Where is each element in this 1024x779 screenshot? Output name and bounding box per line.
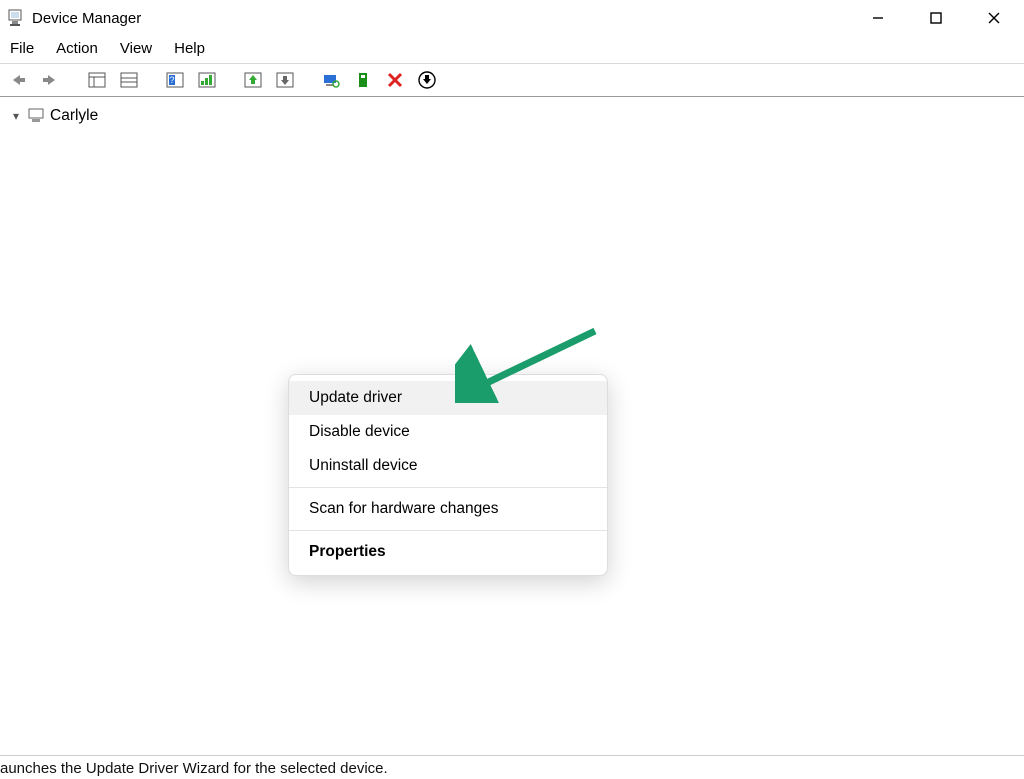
toolbar-scan-icon[interactable] xyxy=(318,68,344,92)
toolbar-add-hardware-icon[interactable] xyxy=(350,68,376,92)
toolbar-update-driver-icon[interactable] xyxy=(240,68,266,92)
window-title: Device Manager xyxy=(32,10,141,27)
device-tree[interactable]: ▾ Carlyle xyxy=(0,97,1024,128)
ctx-separator xyxy=(289,487,607,488)
toolbar-view-icon[interactable] xyxy=(84,68,110,92)
toolbar-grid-icon[interactable] xyxy=(116,68,142,92)
ctx-properties[interactable]: Properties xyxy=(289,535,607,569)
toolbar-disable-icon[interactable] xyxy=(272,68,298,92)
status-bar: aunches the Update Driver Wizard for the… xyxy=(0,755,1024,779)
menu-file[interactable]: File xyxy=(10,40,34,57)
close-button[interactable] xyxy=(980,4,1008,32)
ctx-update-driver[interactable]: Update driver xyxy=(289,381,607,415)
computer-icon xyxy=(26,106,46,126)
tree-root[interactable]: ▾ Carlyle xyxy=(8,103,1024,128)
menubar: File Action View Help xyxy=(0,36,1024,63)
status-text: aunches the Update Driver Wizard for the… xyxy=(0,760,388,777)
ctx-separator xyxy=(289,530,607,531)
ctx-uninstall-device[interactable]: Uninstall device xyxy=(289,449,607,483)
toolbar-properties-icon[interactable] xyxy=(194,68,220,92)
chevron-down-icon[interactable]: ▾ xyxy=(8,110,24,122)
context-menu: Update driver Disable device Uninstall d… xyxy=(288,374,608,576)
menu-help[interactable]: Help xyxy=(174,40,205,57)
toolbar-uninstall-icon[interactable] xyxy=(382,68,408,92)
toolbar-download-icon[interactable] xyxy=(414,68,440,92)
svg-text:?: ? xyxy=(169,75,174,85)
nav-back-icon[interactable] xyxy=(6,68,32,92)
maximize-button[interactable] xyxy=(922,4,950,32)
titlebar: Device Manager xyxy=(0,0,1024,36)
tree-root-label: Carlyle xyxy=(50,108,98,124)
toolbar: ? xyxy=(0,63,1024,97)
app-icon xyxy=(6,9,24,27)
menu-action[interactable]: Action xyxy=(56,40,98,57)
ctx-disable-device[interactable]: Disable device xyxy=(289,415,607,449)
ctx-scan-hardware[interactable]: Scan for hardware changes xyxy=(289,492,607,526)
menu-view[interactable]: View xyxy=(120,40,152,57)
minimize-button[interactable] xyxy=(864,4,892,32)
toolbar-help-icon[interactable]: ? xyxy=(162,68,188,92)
nav-forward-icon[interactable] xyxy=(38,68,64,92)
